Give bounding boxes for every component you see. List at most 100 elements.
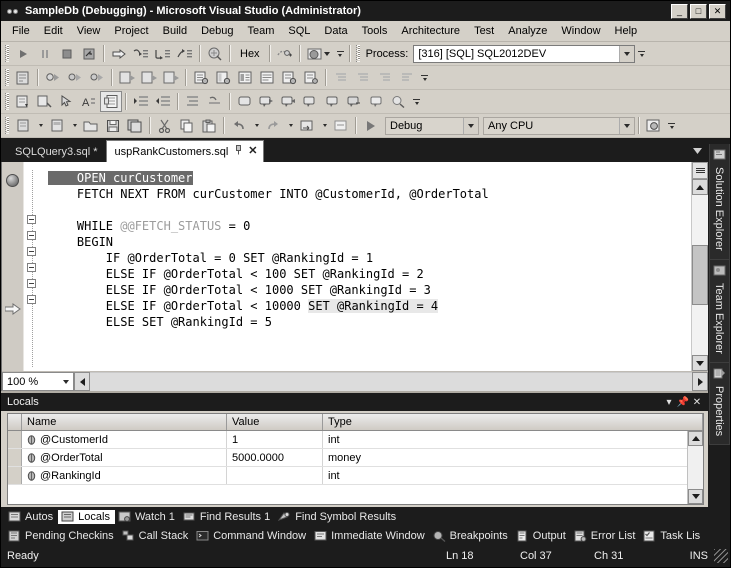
breakpoint-margin[interactable] bbox=[2, 162, 24, 371]
menu-edit[interactable]: Edit bbox=[37, 22, 70, 40]
solution-platform-combobox[interactable]: Any CPU bbox=[483, 116, 635, 135]
toolbar-grip[interactable] bbox=[5, 69, 9, 86]
locals-header-value[interactable]: Value bbox=[227, 414, 323, 430]
step-over-button[interactable] bbox=[152, 43, 174, 64]
zoom-combobox[interactable]: 100 % bbox=[2, 372, 74, 391]
redo-dropdown[interactable] bbox=[285, 116, 296, 136]
scroll-down-button[interactable] bbox=[692, 355, 708, 371]
close-button[interactable]: ✕ bbox=[709, 3, 726, 19]
toolbar-overflow-button[interactable] bbox=[411, 92, 422, 112]
font-size-icon[interactable]: A bbox=[78, 91, 100, 112]
tab-output[interactable]: Output bbox=[513, 529, 571, 543]
scroll-track[interactable] bbox=[692, 195, 708, 355]
new-query-icon[interactable] bbox=[12, 67, 34, 88]
outlining-margin[interactable] bbox=[24, 162, 40, 371]
tab-breakpoints[interactable]: Breakpoints bbox=[430, 529, 513, 543]
locals-row-name[interactable]: @RankingId bbox=[22, 467, 227, 484]
chevron-down-icon[interactable] bbox=[59, 379, 73, 384]
results-to-text-icon[interactable] bbox=[212, 67, 234, 88]
tab-call-stack[interactable]: Call Stack bbox=[119, 529, 194, 543]
tab-find-symbol-results[interactable]: Find Symbol Results bbox=[275, 510, 401, 524]
code-line[interactable]: ELSE IF @OrderTotal < 10000 SET @Ranking… bbox=[40, 298, 691, 314]
stop-debugging-button[interactable] bbox=[56, 43, 78, 64]
results-to-file-icon[interactable] bbox=[234, 67, 256, 88]
tab-sqlquery3[interactable]: SQLQuery3.sql * bbox=[7, 141, 106, 162]
step-out-button[interactable] bbox=[174, 43, 196, 64]
menu-test[interactable]: Test bbox=[467, 22, 501, 40]
menu-debug[interactable]: Debug bbox=[194, 22, 240, 40]
scroll-right-button[interactable] bbox=[692, 372, 708, 391]
locals-row[interactable]: @RankingId int bbox=[8, 467, 687, 485]
menu-help[interactable]: Help bbox=[608, 22, 645, 40]
navigate-backward-icon[interactable] bbox=[296, 115, 318, 136]
menu-build[interactable]: Build bbox=[156, 22, 194, 40]
increase-indent-icon[interactable] bbox=[130, 91, 152, 112]
tab-autos[interactable]: Autos bbox=[5, 510, 58, 524]
fold-toggle[interactable] bbox=[27, 279, 36, 288]
tab-usprankcustomers[interactable]: uspRankCustomers.sql ✕ bbox=[105, 140, 265, 162]
maximize-button[interactable]: □ bbox=[690, 3, 707, 19]
editor-horizontal-scrollbar[interactable] bbox=[74, 372, 708, 391]
tab-watch-1[interactable]: Watch 1 bbox=[115, 510, 180, 524]
menu-file[interactable]: File bbox=[5, 22, 37, 40]
chevron-down-icon[interactable] bbox=[619, 117, 634, 134]
previous-bookmark-icon[interactable] bbox=[278, 91, 300, 112]
toolbar-overflow-button[interactable] bbox=[335, 44, 346, 64]
fold-toggle[interactable] bbox=[27, 263, 36, 272]
menu-window[interactable]: Window bbox=[554, 22, 607, 40]
comment-lines-icon[interactable] bbox=[330, 67, 352, 88]
sql-options-icon[interactable] bbox=[300, 67, 322, 88]
chevron-down-icon[interactable]: ▾ bbox=[662, 397, 676, 408]
undo-dropdown[interactable] bbox=[251, 116, 262, 136]
include-actual-plan-icon[interactable] bbox=[278, 67, 300, 88]
fold-toggle[interactable] bbox=[27, 215, 36, 224]
code-line[interactable]: ELSE SET @RankingId = 5 bbox=[40, 314, 691, 330]
uncomment-lines-icon[interactable] bbox=[352, 67, 374, 88]
code-line[interactable]: ELSE IF @OrderTotal < 100 SET @RankingId… bbox=[40, 266, 691, 282]
close-icon[interactable]: ✕ bbox=[690, 397, 704, 408]
indent-icon[interactable] bbox=[374, 67, 396, 88]
run-query-icon[interactable] bbox=[42, 67, 64, 88]
toolbar-grip[interactable] bbox=[5, 117, 9, 134]
restart-button[interactable] bbox=[78, 43, 100, 64]
locals-row-value[interactable]: 5000.0000 bbox=[227, 449, 323, 466]
execute-query-icon[interactable] bbox=[86, 67, 108, 88]
chevron-down-icon[interactable] bbox=[619, 45, 635, 62]
code-line[interactable]: IF @OrderTotal = 0 SET @RankingId = 1 bbox=[40, 250, 691, 266]
code-text-area[interactable]: OPEN curCustomer FETCH NEXT FROM curCust… bbox=[40, 162, 691, 371]
resize-grip[interactable] bbox=[714, 549, 728, 563]
locals-vertical-scrollbar[interactable] bbox=[687, 431, 703, 504]
tab-find-results-1[interactable]: Find Results 1 bbox=[180, 510, 275, 524]
menu-team[interactable]: Team bbox=[241, 22, 282, 40]
minimize-button[interactable]: _ bbox=[671, 3, 688, 19]
menu-architecture[interactable]: Architecture bbox=[394, 22, 467, 40]
comment-selection-icon[interactable] bbox=[182, 91, 204, 112]
select-tool-icon[interactable] bbox=[56, 91, 78, 112]
locals-row[interactable]: @OrderTotal 5000.0000 money bbox=[8, 449, 687, 467]
menu-view[interactable]: View bbox=[70, 22, 108, 40]
scroll-thumb[interactable] bbox=[692, 245, 708, 305]
tab-error-list[interactable]: Error List bbox=[571, 529, 641, 543]
clear-bookmarks-icon[interactable] bbox=[300, 91, 322, 112]
add-new-item-dropdown[interactable] bbox=[69, 116, 80, 136]
fold-toggle[interactable] bbox=[27, 247, 36, 256]
open-file-icon[interactable] bbox=[80, 115, 102, 136]
fold-toggle[interactable] bbox=[27, 231, 36, 240]
paste-icon[interactable] bbox=[198, 115, 220, 136]
pin-icon[interactable] bbox=[235, 145, 242, 158]
navigate-forward-icon[interactable] bbox=[330, 115, 352, 136]
toolbar-overflow-button[interactable] bbox=[419, 68, 430, 88]
add-new-item-icon[interactable] bbox=[46, 115, 68, 136]
debug-query-icon[interactable] bbox=[64, 67, 86, 88]
redo-icon[interactable] bbox=[262, 115, 284, 136]
outdent-icon[interactable] bbox=[396, 67, 418, 88]
vtab-properties[interactable]: Properties bbox=[708, 362, 730, 445]
chevron-down-icon[interactable] bbox=[463, 117, 478, 134]
vtab-solution-explorer[interactable]: Solution Explorer bbox=[708, 144, 730, 260]
fold-toggle[interactable] bbox=[27, 295, 36, 304]
locals-header-name[interactable]: Name bbox=[22, 414, 227, 430]
uncomment-selection-icon[interactable] bbox=[204, 91, 226, 112]
locals-header-type[interactable]: Type bbox=[323, 414, 703, 430]
estimated-plan-icon[interactable] bbox=[160, 67, 182, 88]
toolbar-overflow-button[interactable] bbox=[666, 116, 677, 136]
